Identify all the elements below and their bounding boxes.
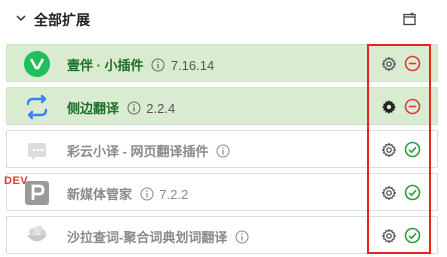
section-title: 全部扩展 [34, 12, 90, 28]
yiban-logo-icon [24, 51, 50, 77]
info-icon[interactable] [127, 101, 141, 115]
extensions-header: 全部扩展 [0, 0, 447, 38]
info-icon[interactable] [235, 230, 249, 244]
extension-name: 彩云小译 - 网页翻译插件 [67, 144, 209, 159]
new-window-icon[interactable] [402, 11, 418, 27]
info-icon[interactable] [140, 187, 154, 201]
extension-name: 侧边翻译 [67, 101, 120, 116]
extension-info: 彩云小译 - 网页翻译插件 [67, 141, 230, 160]
dev-badge: DEV [4, 175, 29, 187]
extension-info: 新媒体管家 7.2.2 [67, 184, 188, 203]
caiyun-logo-icon [28, 143, 46, 160]
extension-name: 沙拉查词-聚合词典划词翻译 [67, 230, 228, 245]
extension-version: 7.2.2 [159, 187, 189, 202]
extension-name: 壹伴 · 小插件 [67, 58, 144, 73]
chevron-down-icon[interactable] [14, 11, 28, 25]
extension-name: 新媒体管家 [67, 187, 133, 202]
info-icon[interactable] [151, 58, 165, 72]
annotation-highlight-box [367, 44, 431, 254]
extension-info: 沙拉查词-聚合词典划词翻译 [67, 227, 249, 246]
extension-info: 壹伴 · 小插件 7.16.14 [67, 55, 214, 74]
side-translate-logo-icon [26, 94, 48, 120]
extension-version: 7.16.14 [170, 58, 215, 73]
extension-version: 2.2.4 [146, 101, 176, 116]
info-icon[interactable] [216, 144, 230, 158]
saladict-logo-icon [27, 225, 47, 242]
extension-info: 侧边翻译 2.2.4 [67, 98, 175, 117]
